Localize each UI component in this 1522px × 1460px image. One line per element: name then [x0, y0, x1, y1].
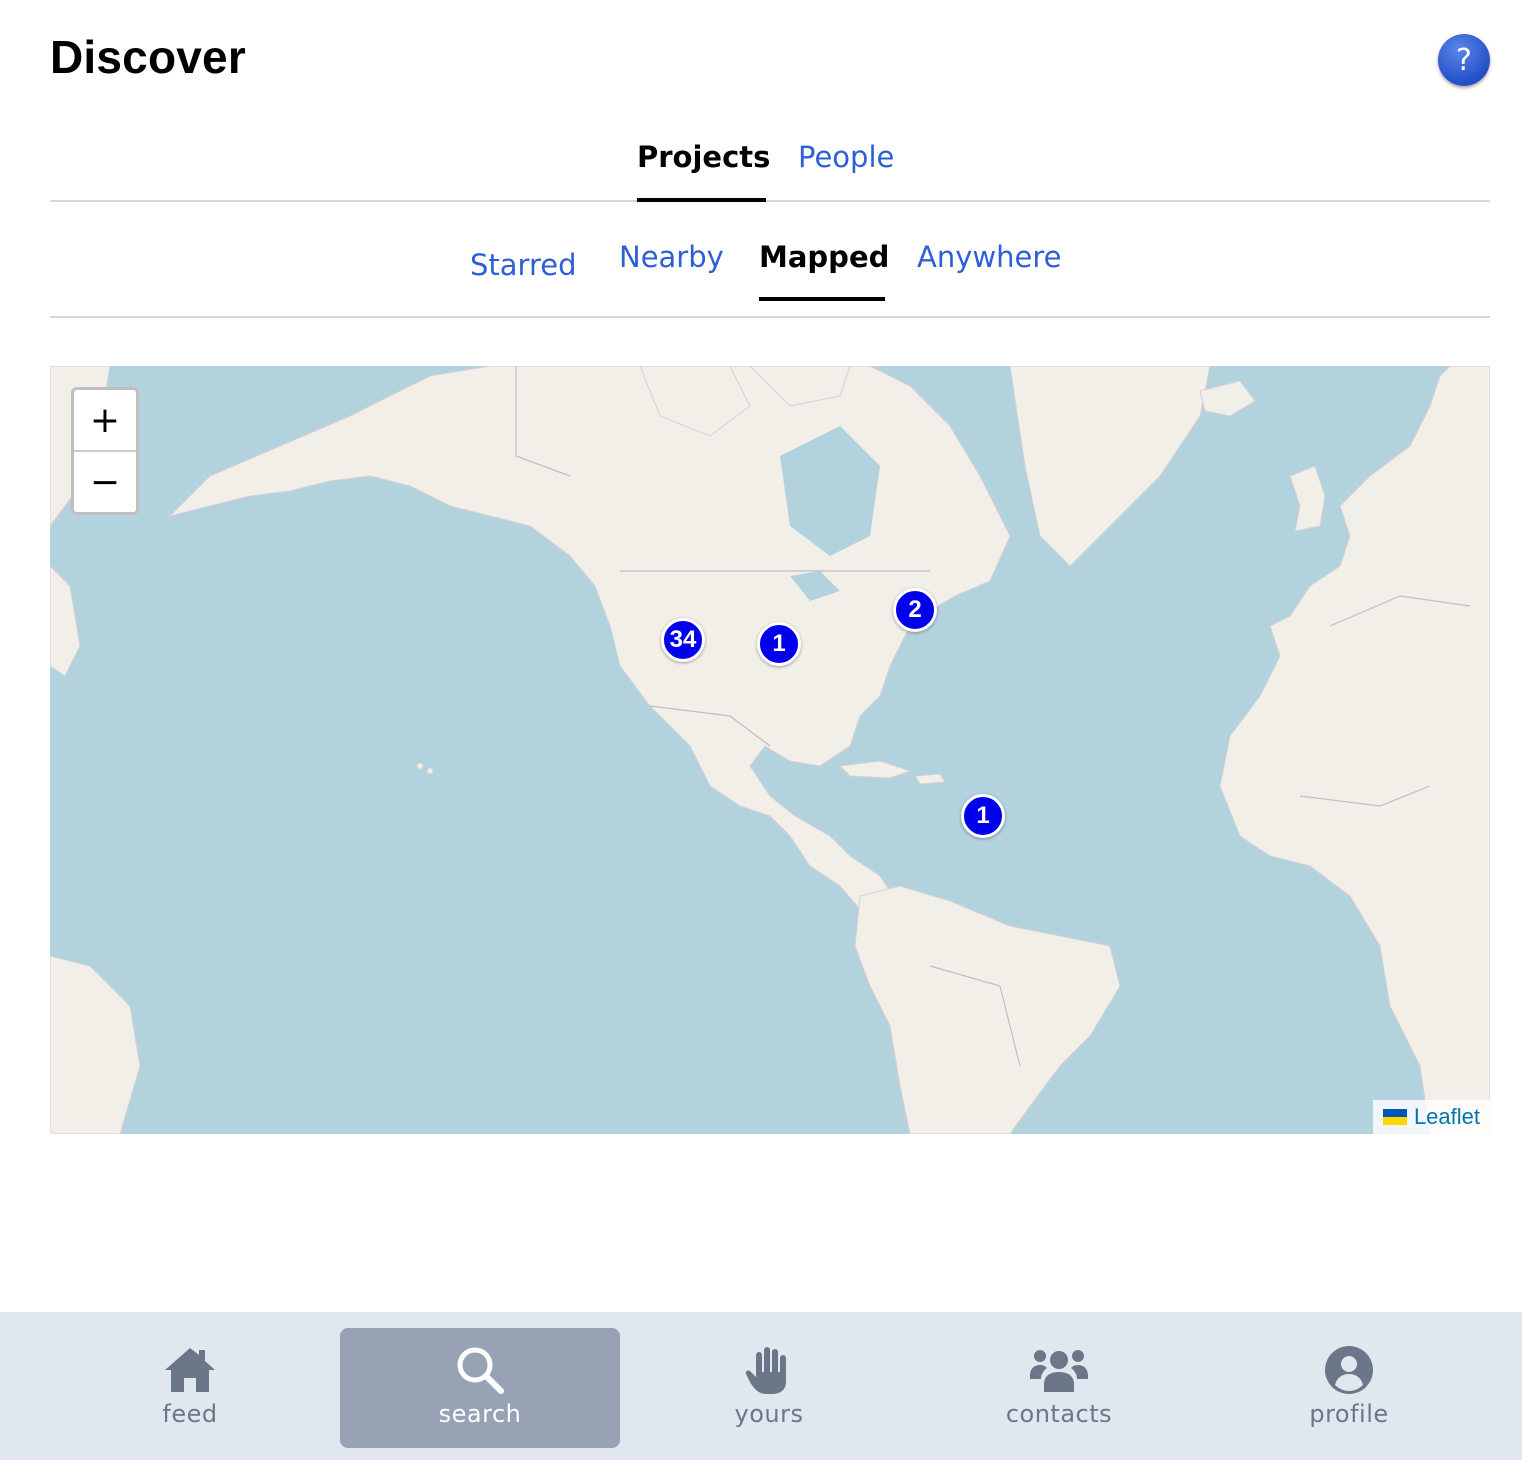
tab-mapped[interactable]: Mapped: [759, 240, 889, 274]
hand-icon: [744, 1342, 794, 1398]
user-circle-icon: [1324, 1342, 1374, 1398]
nav-yours[interactable]: yours: [629, 1328, 909, 1448]
home-icon: [163, 1342, 217, 1398]
users-icon: [1028, 1342, 1090, 1398]
ukraine-flag-icon: [1382, 1109, 1407, 1125]
nav-contacts[interactable]: contacts: [919, 1328, 1199, 1448]
discover-page: Discover ? Projects People Starred Nearb…: [0, 0, 1522, 1460]
tab-people[interactable]: People: [798, 140, 894, 174]
map-cluster-marker[interactable]: 2: [893, 588, 937, 632]
map-tiles: [50, 366, 1490, 1134]
help-button[interactable]: ?: [1438, 34, 1490, 86]
nav-label: profile: [1309, 1400, 1389, 1428]
page-title: Discover: [50, 31, 246, 83]
map-cluster-marker[interactable]: 1: [961, 794, 1005, 838]
nav-profile[interactable]: profile: [1209, 1328, 1489, 1448]
nav-label: search: [438, 1400, 522, 1428]
zoom-out-button[interactable]: −: [74, 452, 136, 512]
tab-starred[interactable]: Starred: [470, 248, 577, 282]
tab-nearby[interactable]: Nearby: [619, 240, 724, 274]
primary-tabs: Projects People: [50, 130, 1490, 202]
map-cluster-marker[interactable]: 1: [757, 622, 801, 666]
zoom-in-button[interactable]: +: [74, 390, 136, 452]
zoom-control: + −: [71, 387, 139, 515]
active-tab-indicator: [637, 198, 766, 202]
search-icon: [455, 1342, 505, 1398]
bottom-navigation: feed search yours contacts profile: [0, 1312, 1522, 1460]
map-attribution[interactable]: Leaflet: [1372, 1100, 1490, 1134]
nav-search[interactable]: search: [340, 1328, 620, 1448]
secondary-tabs: Starred Nearby Mapped Anywhere: [50, 230, 1490, 318]
nav-label: contacts: [1005, 1400, 1113, 1428]
projects-map[interactable]: + − 34 1 2 1 Leaflet: [50, 366, 1490, 1134]
nav-label: yours: [734, 1400, 804, 1428]
question-icon: ?: [1456, 42, 1472, 78]
nav-label: feed: [162, 1400, 218, 1428]
leaflet-link[interactable]: Leaflet: [1414, 1104, 1480, 1130]
nav-feed[interactable]: feed: [50, 1328, 330, 1448]
map-cluster-marker[interactable]: 34: [661, 618, 705, 662]
tab-projects[interactable]: Projects: [637, 140, 770, 174]
active-subtab-indicator: [759, 297, 885, 301]
tab-anywhere[interactable]: Anywhere: [917, 240, 1061, 274]
